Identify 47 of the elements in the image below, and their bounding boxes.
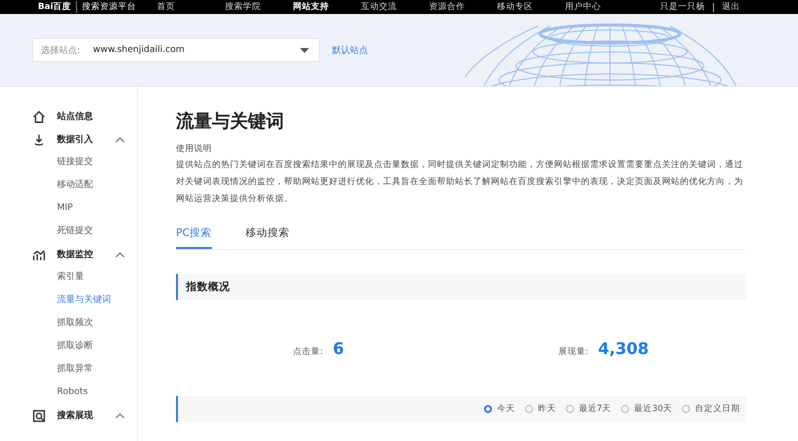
logo[interactable]: Bai百度 — [38, 1, 72, 13]
sidebar-item[interactable]: 数据引入 — [0, 128, 137, 151]
sidebar-subitem[interactable]: 抓取异常 — [0, 358, 137, 381]
help-heading: 使用说明 — [176, 143, 213, 155]
bar-chart-icon — [32, 248, 46, 262]
section-title: 指数概况 — [186, 280, 230, 294]
user-link[interactable]: 只是一只杨 — [660, 1, 705, 13]
sidebar-subitem[interactable]: 抓取频次 — [0, 312, 137, 335]
home-icon — [32, 110, 46, 124]
tab[interactable]: PC搜索 — [176, 226, 212, 249]
download-icon — [32, 132, 46, 146]
date-range-radio[interactable]: 昨天 — [524, 403, 556, 415]
sidebar-subitem[interactable]: Robots — [0, 381, 137, 404]
nav-link[interactable]: 互动交流 — [361, 1, 429, 13]
date-range-radio[interactable]: 最近7天 — [566, 403, 612, 415]
site-select[interactable]: 选择站点: www.shenjidaili.com — [32, 38, 320, 62]
tab[interactable]: 移动搜索 — [246, 226, 290, 249]
stat-value: 6 — [332, 338, 344, 358]
stat-label: 展现量: — [558, 346, 588, 358]
sidebar-item[interactable]: 数据监控 — [0, 243, 137, 266]
search-icon — [32, 408, 46, 422]
stat-label: 点击量: — [292, 346, 323, 358]
sidebar-subitem[interactable]: 索引量 — [0, 266, 137, 289]
date-range-radio[interactable]: 今天 — [484, 403, 515, 415]
sidebar-subitem[interactable]: 死链提交 — [0, 220, 137, 243]
caret-icon — [300, 48, 309, 52]
platform-name: 搜索资源平台 — [76, 1, 136, 13]
date-range-radio[interactable]: 最近30天 — [621, 403, 672, 415]
nav-link[interactable]: 移动专区 — [497, 1, 565, 13]
sidebar-subitem[interactable]: 链接提交 — [0, 151, 137, 174]
sidebar-subitem[interactable]: 流量与关键词 — [0, 289, 137, 312]
stat-value: 4,308 — [598, 338, 649, 358]
date-range-radio[interactable]: 自定义日期 — [682, 403, 740, 415]
sidebar-item[interactable]: 站点信息 — [0, 105, 137, 128]
sidebar-item[interactable]: 搜索展现 — [0, 404, 137, 427]
nav-link[interactable]: 用户中心 — [565, 1, 633, 13]
sidebar-subitem[interactable]: 抓取诊断 — [0, 335, 137, 358]
default-site-link[interactable]: 默认站点 — [332, 44, 368, 56]
help-text: 提供站点的热门关键词在百度搜索结果中的展现及点击量数据，同时提供关键词定制功能，方便网站根据需求设置需要重点关注的关键词，通过对关键词表现情况的监控，帮助网站更好进行优化，工具旨在全面帮助站长了解网站在百度搜索引擎中的表现，决定页面及网站的优化方向，为网站运营决策提供分析依据。 — [176, 158, 744, 206]
sidebar-subitem[interactable]: 移动适配 — [0, 174, 137, 197]
nav-link[interactable]: 网站支持 — [293, 1, 361, 13]
logout-link[interactable]: 退出 — [722, 1, 740, 13]
nav-link[interactable]: 搜索学院 — [225, 1, 293, 13]
page-title: 流量与关键词 — [176, 110, 285, 133]
sidebar-subitem[interactable]: MIP — [0, 197, 137, 220]
nav-link[interactable]: 首页 — [157, 1, 225, 13]
nav-link[interactable]: 资源合作 — [429, 1, 497, 13]
